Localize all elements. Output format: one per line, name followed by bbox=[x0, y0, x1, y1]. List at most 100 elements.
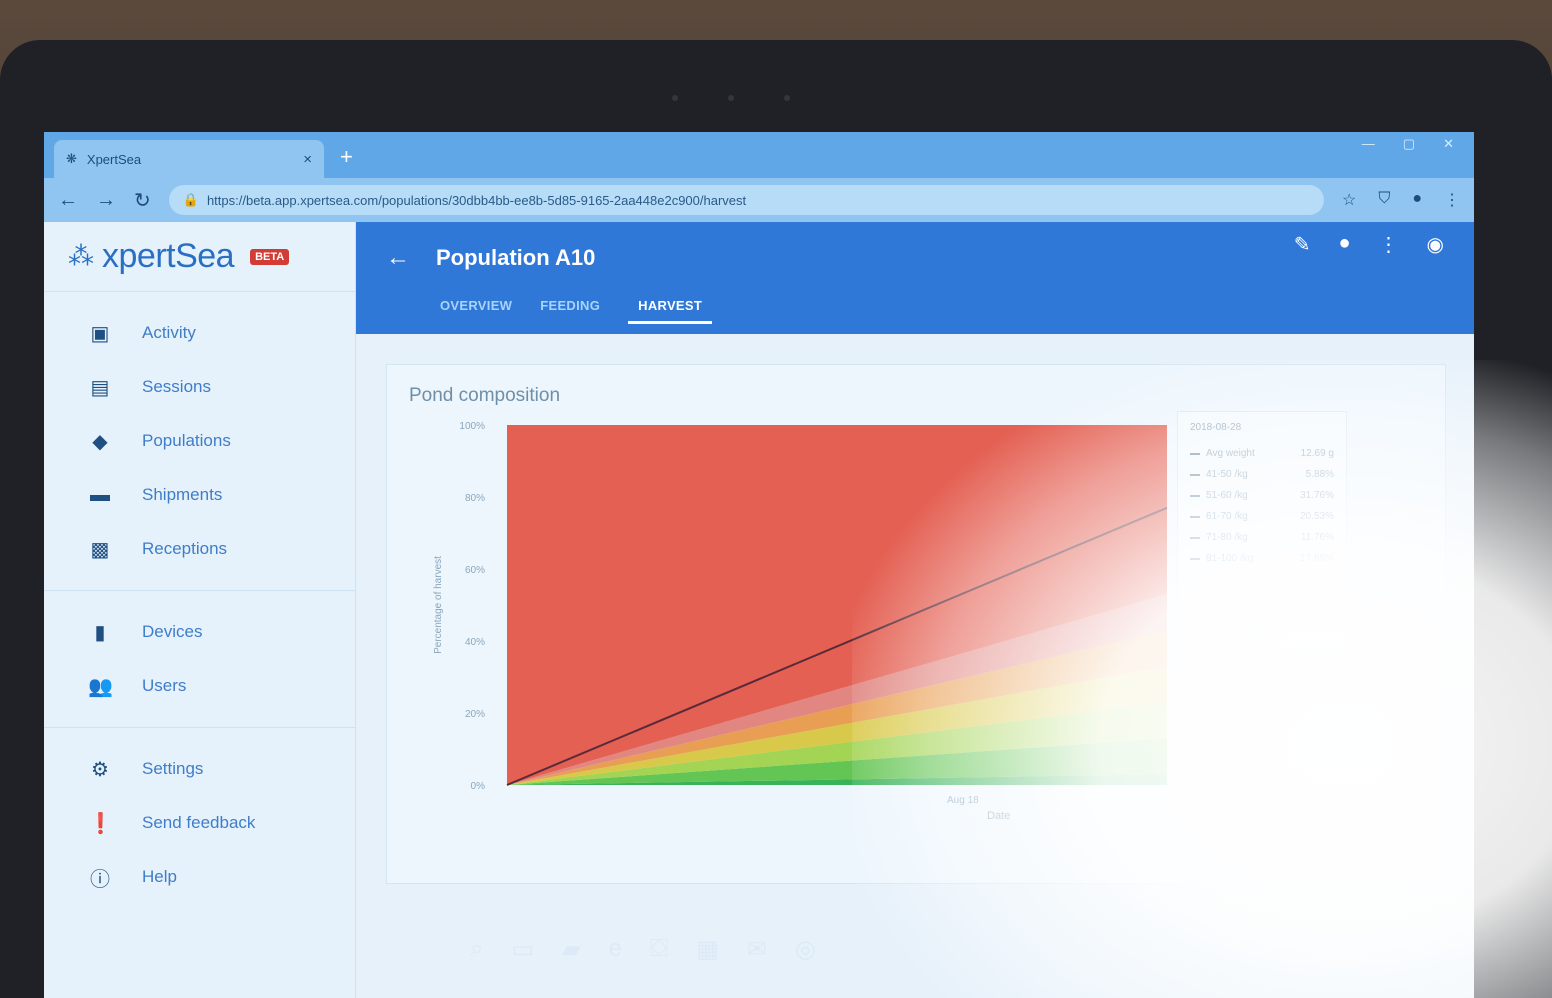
tooltip-row: 41-50 /kg 5.88% bbox=[1190, 464, 1334, 485]
calendar-icon[interactable]: ▦ bbox=[696, 935, 719, 964]
chrome-icon[interactable]: ◎ bbox=[795, 935, 816, 964]
legend-dash-icon bbox=[1190, 473, 1200, 476]
sidebar-item-label: Help bbox=[142, 867, 177, 886]
tooltip-date: 2018-08-28 bbox=[1190, 422, 1242, 433]
y-tick-label: 20% bbox=[465, 709, 485, 720]
task-view-icon[interactable]: ▭ bbox=[511, 935, 534, 964]
sidebar-item-label: Users bbox=[142, 676, 187, 695]
forward-icon[interactable]: → bbox=[96, 189, 116, 212]
star-icon[interactable]: ☆ bbox=[1342, 190, 1356, 210]
tooltip-row-value: 12.69 g bbox=[1300, 448, 1334, 459]
file-explorer-icon[interactable]: ▰ bbox=[562, 935, 580, 964]
filter-icon[interactable]: ⛉ bbox=[1378, 190, 1390, 210]
more-vert-icon[interactable]: ⋮ bbox=[1379, 232, 1399, 257]
maximize-icon[interactable]: ▢ bbox=[1403, 136, 1415, 152]
tooltip-row-label: 61-70 /kg bbox=[1206, 511, 1248, 522]
back-arrow-icon[interactable]: ← bbox=[386, 244, 410, 272]
sidebar-item-devices[interactable]: ▮ Devices bbox=[44, 605, 355, 659]
y-tick-label: 40% bbox=[465, 637, 485, 648]
sidebar-item-users[interactable]: 👥 Users bbox=[44, 659, 355, 713]
tooltip-row-value: 11.76% bbox=[1300, 532, 1334, 543]
sidebar-item-label: Settings bbox=[142, 759, 204, 778]
store-icon[interactable]: ⛋ bbox=[650, 935, 668, 964]
window-controls: — ▢ ✕ bbox=[1362, 136, 1454, 152]
tooltip-row-value: 5.88% bbox=[1305, 469, 1334, 480]
sidebar-item-shipments[interactable]: ▬ Shipments bbox=[44, 468, 355, 522]
sidebar-item-label: Sessions bbox=[142, 377, 211, 396]
brand-name: xpertSea bbox=[102, 237, 235, 275]
edit-icon[interactable]: ✎ bbox=[1294, 232, 1311, 257]
app-header: ✎ ● ⋮ ◉ ← Population A10 OVERVIEW FEEDIN… bbox=[356, 222, 1474, 334]
close-window-icon[interactable]: ✕ bbox=[1443, 136, 1454, 152]
legend-dash-icon bbox=[1190, 557, 1200, 560]
xpertsea-logo-icon: ⁂ bbox=[68, 241, 94, 271]
tooltip-row-value: 20.53% bbox=[1300, 511, 1334, 522]
tooltip-row-label: Avg weight bbox=[1206, 448, 1255, 459]
sidebar-item-settings[interactable]: ⚙ Settings bbox=[44, 742, 355, 796]
pond-composition-card: Pond composition 100% 80% 60% 40% 20% 0% Perce… bbox=[386, 364, 1446, 884]
page-tabs: OVERVIEW FEEDING HARVEST bbox=[356, 272, 1474, 324]
tooltip-row-label: 81-100 /kg bbox=[1206, 553, 1254, 564]
legend-dash-icon bbox=[1190, 452, 1200, 455]
y-axis-label: Percentage of harvest bbox=[433, 556, 444, 654]
reload-icon[interactable]: ↻ bbox=[134, 188, 151, 213]
y-tick-label: 60% bbox=[465, 565, 485, 576]
sidebar-item-send-feedback[interactable]: ❗ Send feedback bbox=[44, 796, 355, 850]
receipt-icon: ▩ bbox=[90, 538, 110, 561]
y-tick-label: 0% bbox=[471, 781, 486, 792]
url-text: https://beta.app.xpertsea.com/population… bbox=[206, 192, 747, 208]
brand[interactable]: ⁂ xpertSea BETA bbox=[44, 222, 355, 292]
edge-icon[interactable]: e bbox=[609, 935, 622, 964]
tab-harvest[interactable]: HARVEST bbox=[628, 298, 713, 324]
tooltip-row-value: 31.76% bbox=[1300, 490, 1334, 501]
x-tick-label: Aug 18 bbox=[947, 795, 979, 806]
legend-dash-icon bbox=[1190, 536, 1200, 539]
chart-tooltip: 2018-08-28 Avg weight 12.69 g 41-50 /kg 5.8… bbox=[1177, 411, 1347, 651]
tab-close-button[interactable]: × bbox=[303, 151, 312, 168]
tooltip-row: Avg weight 12.69 g bbox=[1190, 443, 1334, 464]
account-icon[interactable]: ● bbox=[1412, 190, 1422, 210]
tooltip-row-label: 71-80 /kg bbox=[1206, 532, 1248, 543]
tooltip-row: 51-60 /kg 31.76% bbox=[1190, 485, 1334, 506]
xpertsea-favicon-icon: ❋ bbox=[66, 151, 77, 166]
sidebar-item-populations[interactable]: ◆ Populations bbox=[44, 414, 355, 468]
sidebar-item-receptions[interactable]: ▩ Receptions bbox=[44, 522, 355, 576]
tag-icon: ◆ bbox=[92, 430, 108, 453]
new-tab-button[interactable]: + bbox=[340, 144, 353, 170]
tab-overview[interactable]: OVERVIEW bbox=[440, 298, 512, 324]
tooltip-row-label: 41-50 /kg bbox=[1206, 469, 1248, 480]
browser-extensions: ☆ ⛉ ● ⋮ bbox=[1342, 190, 1460, 210]
inbox-icon: ▣ bbox=[90, 322, 110, 345]
nav-group-main: ▣ Activity ▤ Sessions ◆ Populations ▬ Sh… bbox=[44, 292, 355, 591]
sidebar-item-label: Send feedback bbox=[142, 813, 256, 832]
sidebar-item-sessions[interactable]: ▤ Sessions bbox=[44, 360, 355, 414]
sidebar-item-label: Activity bbox=[142, 323, 196, 342]
windows-taskbar: ⌕ ▭ ▰ e ⛋ ▦ ✉ ◎ bbox=[470, 935, 816, 964]
back-icon[interactable]: ← bbox=[58, 189, 78, 212]
address-bar[interactable]: 🔒 https://beta.app.xpertsea.com/populati… bbox=[168, 185, 1324, 215]
main-content: Pond composition 100% 80% 60% 40% 20% 0% Perce… bbox=[356, 334, 1474, 998]
minimize-icon[interactable]: — bbox=[1362, 136, 1375, 152]
clipboard-icon: ▤ bbox=[90, 376, 110, 399]
legend-dash-icon bbox=[1190, 494, 1200, 497]
sidebar-item-help[interactable]: ⓘ Help bbox=[44, 850, 355, 904]
info-icon[interactable]: ● bbox=[1338, 232, 1350, 257]
mail-icon[interactable]: ✉ bbox=[747, 935, 767, 964]
y-tick-label: 100% bbox=[459, 421, 485, 432]
account-circle-icon[interactable]: ◉ bbox=[1427, 232, 1444, 257]
search-icon[interactable]: ⌕ bbox=[470, 935, 483, 964]
gear-icon: ⚙ bbox=[91, 758, 109, 781]
menu-dots-icon[interactable]: ⋮ bbox=[1444, 190, 1460, 210]
tooltip-row: 71-80 /kg 11.76% bbox=[1190, 527, 1334, 548]
page-title: Population A10 bbox=[436, 245, 596, 270]
browser-tab[interactable]: ❋ XpertSea × bbox=[54, 140, 324, 178]
users-icon: 👥 bbox=[88, 675, 113, 698]
sidebar-item-activity[interactable]: ▣ Activity bbox=[44, 306, 355, 360]
sidebar-item-label: Devices bbox=[142, 622, 203, 641]
sidebar: ⁂ xpertSea BETA ▣ Activity ▤ Sessions ◆ … bbox=[44, 222, 356, 998]
tooltip-row: 61-70 /kg 20.53% bbox=[1190, 506, 1334, 527]
tab-feeding[interactable]: FEEDING bbox=[540, 298, 600, 324]
sidebar-item-label: Receptions bbox=[142, 539, 228, 558]
lock-icon: 🔒 bbox=[182, 192, 199, 207]
sidebar-item-label: Populations bbox=[142, 431, 231, 450]
